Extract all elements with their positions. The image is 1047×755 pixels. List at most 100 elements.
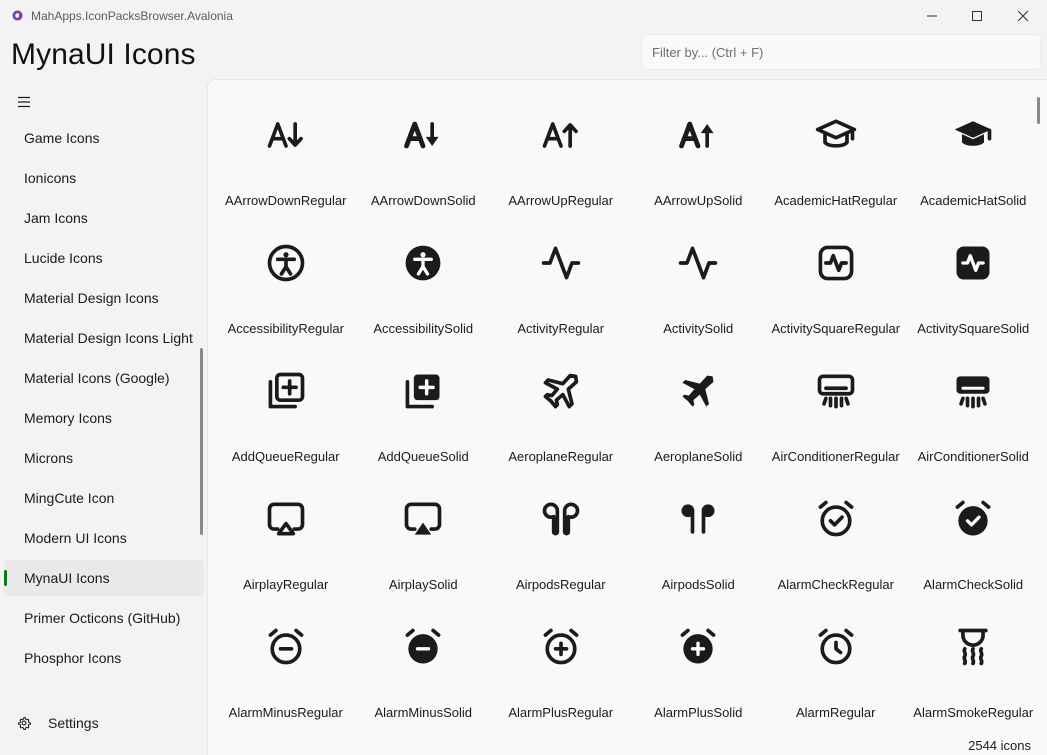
sidebar-item[interactable]: MynaUI Icons — [4, 560, 204, 596]
filter-input[interactable] — [641, 34, 1041, 70]
icon-preview — [676, 241, 720, 285]
icon-tile[interactable]: AlarmCheckRegular — [767, 491, 905, 619]
icon-name: AcademicHatSolid — [920, 193, 1027, 208]
icon-tile[interactable]: AddQueueSolid — [355, 363, 493, 491]
icon-preview — [539, 625, 583, 669]
sidebar-item-label: Game Icons — [24, 130, 100, 146]
minimize-button[interactable] — [909, 0, 955, 32]
icon-tile[interactable]: AeroplaneSolid — [630, 363, 768, 491]
settings-button[interactable]: Settings — [4, 705, 204, 741]
window-title: MahApps.IconPacksBrowser.Avalonia — [31, 9, 233, 23]
alarm-plus-regular-icon — [543, 628, 579, 665]
close-icon — [1017, 10, 1029, 22]
content-scrollbar[interactable] — [1037, 97, 1040, 124]
icon-name: AcademicHatRegular — [774, 193, 898, 208]
icon-name: AirpodsRegular — [515, 577, 606, 592]
icon-pack-list[interactable]: Game Icons Ionicons Jam Icons Lucide Icons M… — [4, 120, 204, 680]
icon-tile[interactable]: AcademicHatSolid — [905, 107, 1043, 235]
sidebar-item[interactable]: Material Design Icons Light — [4, 320, 204, 356]
icon-tile[interactable]: AlarmRegular — [767, 619, 905, 747]
hamburger-menu-icon — [18, 96, 30, 108]
icon-tile[interactable]: AddQueueRegular — [217, 363, 355, 491]
icon-tile[interactable]: AirplayRegular — [217, 491, 355, 619]
close-button[interactable] — [1000, 0, 1046, 32]
icon-grid[interactable]: AArrowDownRegular AArrowDownSolid AArrowUp… — [217, 107, 1047, 747]
icon-preview — [264, 497, 308, 541]
icon-name: AArrowUpSolid — [654, 193, 743, 208]
icon-name: AArrowUpRegular — [508, 193, 614, 208]
sidebar-item[interactable]: Game Icons — [4, 120, 204, 156]
icon-tile[interactable]: AlarmMinusRegular — [217, 619, 355, 747]
icon-preview — [401, 625, 445, 669]
aeroplane-solid-icon — [682, 375, 714, 407]
sidebar-scrollbar[interactable] — [200, 348, 203, 535]
icon-preview — [951, 497, 995, 541]
icon-tile[interactable]: AccessibilitySolid — [355, 235, 493, 363]
icon-tile[interactable]: AccessibilityRegular — [217, 235, 355, 363]
air-conditioner-regular-icon — [817, 374, 855, 409]
icon-preview — [951, 625, 995, 669]
icon-preview — [401, 497, 445, 541]
sidebar-item-label: Material Design Icons Light — [24, 330, 193, 346]
sidebar-item[interactable]: Microns — [4, 440, 204, 476]
icon-name: AlarmMinusSolid — [374, 705, 473, 720]
sidebar-item[interactable]: Modern UI Icons — [4, 520, 204, 556]
sidebar-item[interactable]: Memory Icons — [4, 400, 204, 436]
accessibility-regular-icon — [267, 244, 305, 282]
icon-preview — [264, 625, 308, 669]
icon-preview — [401, 241, 445, 285]
icon-tile[interactable]: AirConditionerSolid — [905, 363, 1043, 491]
sidebar-item-label: Jam Icons — [24, 210, 88, 226]
icon-tile[interactable]: AlarmSmokeRegular — [905, 619, 1043, 747]
sidebar-item[interactable]: Lucide Icons — [4, 240, 204, 276]
icon-preview — [401, 369, 445, 413]
icon-name: AirplayRegular — [243, 577, 329, 592]
a-arrow-up-solid-icon — [679, 121, 714, 149]
sidebar-item[interactable]: MingCute Icon — [4, 480, 204, 516]
icon-tile[interactable]: AlarmPlusSolid — [630, 619, 768, 747]
sidebar-item[interactable]: Jam Icons — [4, 200, 204, 236]
hamburger-menu-button[interactable] — [13, 92, 35, 112]
icon-tile[interactable]: AeroplaneRegular — [492, 363, 630, 491]
alarm-minus-solid-icon — [405, 628, 441, 664]
icon-tile[interactable]: AlarmMinusSolid — [355, 619, 493, 747]
academic-hat-solid-icon — [954, 121, 992, 146]
icon-tile[interactable]: AlarmCheckSolid — [905, 491, 1043, 619]
icon-name: AirConditionerRegular — [771, 449, 900, 464]
sidebar-item[interactable]: Phosphor Icons — [4, 640, 204, 676]
icon-preview — [539, 241, 583, 285]
icon-preview — [814, 625, 858, 669]
icon-name: ActivitySquareRegular — [771, 321, 901, 336]
icon-tile[interactable]: AirpodsRegular — [492, 491, 630, 619]
icon-tile[interactable]: ActivitySquareRegular — [767, 235, 905, 363]
icon-tile[interactable]: AArrowUpRegular — [492, 107, 630, 235]
activity-square-regular-icon — [818, 245, 854, 281]
icon-tile[interactable]: AArrowUpSolid — [630, 107, 768, 235]
sidebar-item[interactable]: Material Icons (Google) — [4, 360, 204, 396]
icon-name: AddQueueSolid — [377, 449, 469, 464]
icon-tile[interactable]: AcademicHatRegular — [767, 107, 905, 235]
add-queue-regular-icon — [268, 372, 305, 409]
icon-tile[interactable]: AirplaySolid — [355, 491, 493, 619]
icon-tile[interactable]: ActivitySolid — [630, 235, 768, 363]
icon-preview — [401, 113, 445, 157]
icon-name: AlarmSmokeRegular — [913, 705, 1034, 720]
sidebar-item[interactable]: Ionicons — [4, 160, 204, 196]
icon-tile[interactable]: ActivitySquareSolid — [905, 235, 1043, 363]
icon-tile[interactable]: AArrowDownSolid — [355, 107, 493, 235]
title-bar[interactable]: MahApps.IconPacksBrowser.Avalonia — [0, 0, 1047, 32]
aeroplane-regular-icon — [543, 373, 578, 409]
icon-tile[interactable]: AlarmPlusRegular — [492, 619, 630, 747]
sidebar-item-label: Material Icons (Google) — [24, 370, 170, 386]
icon-tile[interactable]: ActivityRegular — [492, 235, 630, 363]
icon-tile[interactable]: AirConditionerRegular — [767, 363, 905, 491]
icon-tile[interactable]: AirpodsSolid — [630, 491, 768, 619]
sidebar-item[interactable]: Material Design Icons — [4, 280, 204, 316]
maximize-button[interactable] — [954, 0, 1000, 32]
icon-preview — [951, 113, 995, 157]
sidebar-item-label: MingCute Icon — [24, 490, 115, 506]
sidebar-item[interactable]: Primer Octicons (GitHub) — [4, 600, 204, 636]
icon-tile[interactable]: AArrowDownRegular — [217, 107, 355, 235]
icon-name: AArrowDownRegular — [225, 193, 347, 208]
icon-name: AlarmPlusSolid — [654, 705, 743, 720]
